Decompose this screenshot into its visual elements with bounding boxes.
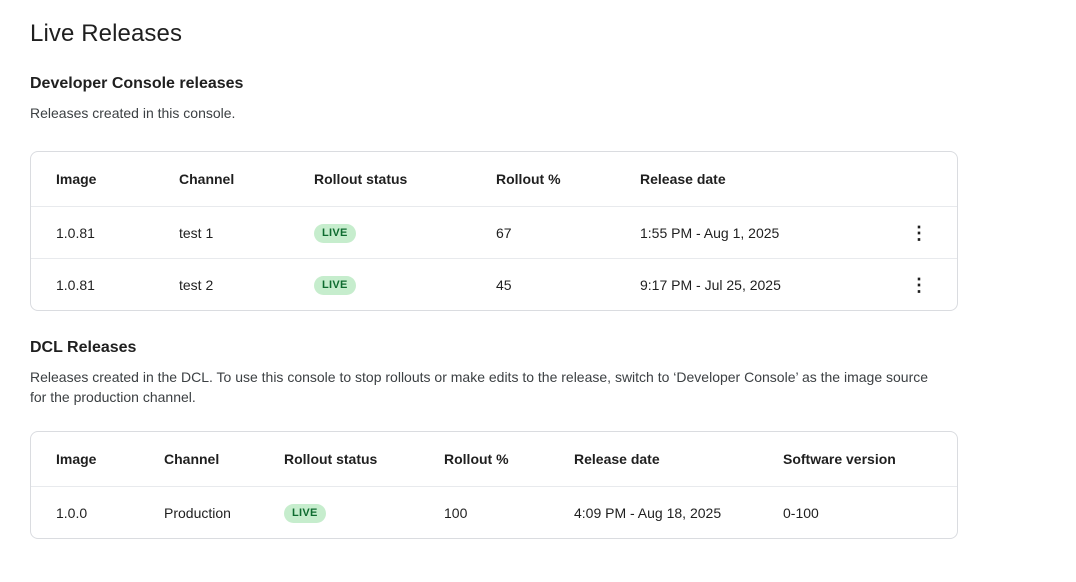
dcl-section-heading: DCL Releases [30,339,1076,357]
column-header-rollout-pct: Rollout % [444,451,574,467]
column-header-rollout-pct: Rollout % [496,171,640,187]
table-header-row: Image Channel Rollout status Rollout % R… [31,152,957,206]
cell-rollout-status: LIVE [314,275,496,295]
page-title: Live Releases [30,20,1076,48]
cell-channel: test 2 [179,277,314,293]
column-header-image: Image [56,451,164,467]
live-status-badge: LIVE [284,504,326,523]
column-header-release-date: Release date [574,451,783,467]
cell-release-date: 9:17 PM - Jul 25, 2025 [640,277,893,293]
cell-rollout-pct: 67 [496,225,640,241]
cell-release-date: 1:55 PM - Aug 1, 2025 [640,225,893,241]
table-row: 1.0.0 Production LIVE 100 4:09 PM - Aug … [31,486,957,538]
cell-rollout-status: LIVE [314,223,496,243]
developer-console-releases-section: Developer Console releases Releases crea… [30,75,1076,311]
kebab-menu-icon: ⋮ [910,275,928,295]
dcl-releases-table: Image Channel Rollout status Rollout % R… [30,431,958,539]
developer-console-section-heading: Developer Console releases [30,75,1076,93]
live-status-badge: LIVE [314,224,356,243]
kebab-menu-icon: ⋮ [910,223,928,243]
cell-channel: test 1 [179,225,314,241]
table-header-row: Image Channel Rollout status Rollout % R… [31,432,957,486]
column-header-channel: Channel [179,171,314,187]
column-header-rollout-status: Rollout status [284,451,444,467]
cell-release-date: 4:09 PM - Aug 18, 2025 [574,505,783,521]
developer-console-section-description: Releases created in this console. [30,103,948,123]
column-header-release-date: Release date [640,171,893,187]
table-row: 1.0.81 test 2 LIVE 45 9:17 PM - Jul 25, … [31,258,957,310]
developer-console-releases-table: Image Channel Rollout status Rollout % R… [30,151,958,311]
table-row: 1.0.81 test 1 LIVE 67 1:55 PM - Aug 1, 2… [31,206,957,258]
column-header-image: Image [56,171,179,187]
cell-image: 1.0.81 [56,277,179,293]
row-actions-button[interactable]: ⋮ [905,219,933,247]
column-header-software-version: Software version [783,451,933,467]
cell-image: 1.0.81 [56,225,179,241]
row-actions-button[interactable]: ⋮ [905,271,933,299]
cell-actions: ⋮ [893,271,933,299]
cell-rollout-pct: 45 [496,277,640,293]
column-header-channel: Channel [164,451,284,467]
dcl-section-description: Releases created in the DCL. To use this… [30,367,948,407]
live-status-badge: LIVE [314,276,356,295]
cell-actions: ⋮ [893,219,933,247]
column-header-rollout-status: Rollout status [314,171,496,187]
cell-rollout-status: LIVE [284,503,444,523]
live-releases-page: Live Releases Developer Console releases… [0,0,1076,582]
cell-rollout-pct: 100 [444,505,574,521]
cell-channel: Production [164,505,284,521]
dcl-releases-section: DCL Releases Releases created in the DCL… [30,339,1076,539]
cell-image: 1.0.0 [56,505,164,521]
cell-software-version: 0-100 [783,505,933,521]
